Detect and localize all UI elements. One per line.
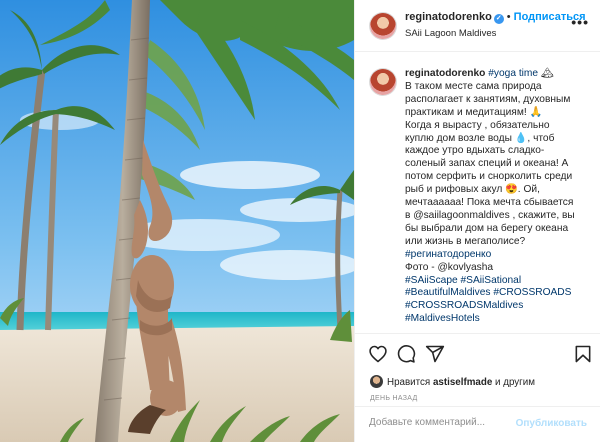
author-avatar[interactable] [370, 13, 396, 39]
likes-prefix: Нравится [387, 377, 433, 388]
heart-icon[interactable] [368, 344, 388, 364]
hashtag-link[interactable]: #регинатодоренко [405, 249, 591, 262]
caption-text-line: куплю дом возле воды 💧, чтоб [405, 132, 555, 144]
post-location[interactable]: SAii Lagoon Maldives [405, 28, 496, 39]
liker-username[interactable]: astiselfmade [433, 377, 492, 388]
caption-text-line: потом серфить и снорколить среди [405, 171, 573, 183]
header-user-line: reginatodorenko ✓ • Подписаться [405, 11, 586, 24]
post-caption: reginatodorenko #yoga time 🏔 В таком мес… [405, 68, 591, 326]
caption-text-line: мечтаааааа! Пока мечта сбывается [405, 197, 574, 209]
post-side-panel: reginatodorenko ✓ • Подписаться SAii Lagoon… [354, 0, 600, 442]
post-header: reginatodorenko ✓ • Подписаться SAii Lagoon… [355, 0, 600, 52]
photo-credit[interactable]: Фото - @kovlyasha [405, 262, 591, 275]
comment-bar: Опубликовать [355, 406, 600, 442]
caption-username[interactable]: reginatodorenko [405, 68, 485, 79]
share-icon[interactable] [425, 344, 445, 364]
hashtag-link[interactable]: #MaldivesHotels [405, 313, 591, 326]
caption-text-line: практикам и медитациям! 🙏 [405, 106, 543, 118]
caption-text-line: В таком месте сама природа [405, 80, 542, 92]
comment-input[interactable] [369, 417, 529, 428]
hashtag-link[interactable]: #BeautifulMaldives #CROSSROADS [405, 287, 591, 300]
post-timestamp[interactable]: День назад [370, 395, 418, 402]
publish-button[interactable]: Опубликовать [516, 418, 587, 429]
caption-text-line: располагает к занятиям, духовным [405, 93, 571, 105]
verified-badge-icon: ✓ [493, 14, 504, 24]
caption-text-line: бы выбрали дом на берегу океана [405, 222, 569, 234]
hashtag-link[interactable]: #yoga time [488, 68, 538, 79]
caption-text-line: в @saiilagoonmaldives , скажите, вы [405, 209, 575, 221]
caption-area: reginatodorenko #yoga time 🏔 В таком мес… [355, 53, 600, 333]
more-options-icon[interactable]: ••• [571, 14, 589, 30]
liker-avatar [370, 375, 383, 388]
hashtag-link[interactable]: #SAiiScape #SAiiSational [405, 275, 591, 288]
mountain-emoji: 🏔 [540, 68, 554, 79]
post-photo[interactable] [0, 0, 354, 442]
caption-text-line: или жизнь в мегаполисе? [405, 235, 526, 247]
caption-first-line: reginatodorenko #yoga time 🏔 [405, 68, 591, 81]
hashtag-link[interactable]: #CROSSROADSMaldives [405, 300, 591, 313]
bookmark-icon[interactable] [573, 344, 593, 364]
caption-text-line: рыб и рифовых акул 😍. Ой, [405, 184, 540, 196]
separator-dot: • [506, 11, 511, 23]
comment-icon[interactable] [396, 344, 416, 364]
likes-suffix: и другим [492, 377, 535, 388]
author-username[interactable]: reginatodorenko [405, 11, 492, 23]
post-image [0, 0, 354, 442]
caption-author-avatar[interactable] [370, 69, 396, 95]
caption-text-line: каждое утро вдыхать сладко- [405, 145, 545, 157]
likes-summary[interactable]: Нравится astiselfmade и другим [370, 375, 535, 388]
caption-text-line: соленый запах специй и океана! А [405, 158, 569, 170]
caption-text-line: Когда я вырасту , обязательно [405, 119, 550, 131]
